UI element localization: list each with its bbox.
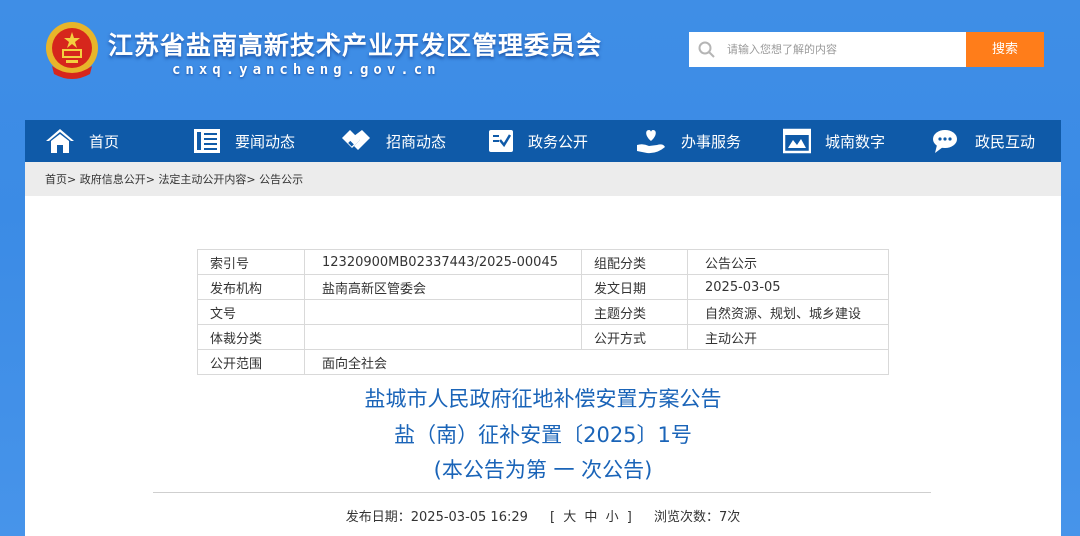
nav-item-label: 首页 bbox=[89, 132, 120, 151]
nav-item-label: 要闻动态 bbox=[235, 132, 296, 151]
search-button[interactable]: 搜索 bbox=[966, 32, 1044, 67]
meta-label: 体裁分类 bbox=[197, 324, 305, 350]
nav-item-label: 政务公开 bbox=[528, 132, 589, 151]
national-emblem-icon bbox=[46, 22, 98, 79]
service-heart-icon bbox=[637, 130, 665, 154]
meta-value: 12320900MB02337443/2025-00045 bbox=[304, 249, 582, 275]
meta-value: 主动公开 bbox=[687, 324, 889, 350]
meta-label: 索引号 bbox=[197, 249, 305, 275]
meta-label: 组配分类 bbox=[581, 249, 688, 275]
breadcrumb-link-gov-info[interactable]: 政府信息公开> bbox=[80, 162, 155, 198]
nav-item-investment[interactable]: 招商动态 bbox=[340, 120, 446, 162]
meta-value: 公告公示 bbox=[687, 249, 889, 275]
view-count: 浏览次数：7次 bbox=[653, 510, 741, 525]
breadcrumb-link-home[interactable]: 首页> bbox=[45, 162, 76, 198]
handshake-icon bbox=[342, 130, 370, 150]
breadcrumb-link-statutory[interactable]: 法定主动公开内容> bbox=[158, 162, 255, 198]
site-title: 江苏省盐南高新技术产业开发区管理委员会 bbox=[108, 31, 603, 60]
search-icon bbox=[698, 41, 715, 58]
nav-item-interaction[interactable]: 政民互动 bbox=[931, 120, 1035, 162]
meta-label: 主题分类 bbox=[581, 299, 688, 325]
meta-label: 发文日期 bbox=[581, 274, 688, 300]
content-area: 首页> 政府信息公开> 法定主动公开内容> 公告公示 索引号 12320900M… bbox=[25, 162, 1061, 536]
nav-item-label: 城南数字 bbox=[825, 132, 886, 151]
meta-value bbox=[304, 299, 582, 325]
publish-date: 发布日期：2025-03-05 16:29 bbox=[345, 510, 528, 525]
meta-value bbox=[304, 324, 582, 350]
nav-item-digital-city[interactable]: 城南数字 bbox=[783, 120, 885, 162]
nav-item-services[interactable]: 办事服务 bbox=[635, 120, 741, 162]
document-notice-count: (本公告为第 一 次公告) bbox=[433, 458, 653, 482]
nav-item-label: 政民互动 bbox=[975, 132, 1036, 151]
nav-item-home[interactable]: 首页 bbox=[45, 120, 119, 162]
site-domain: cnxq.yancheng.gov.cn bbox=[172, 62, 441, 78]
font-size-medium-button[interactable]: 中 bbox=[584, 506, 597, 525]
nav-item-gov-affairs[interactable]: 政务公开 bbox=[488, 120, 588, 162]
search-input[interactable] bbox=[727, 32, 957, 67]
meta-value: 面向全社会 bbox=[304, 349, 889, 375]
site-header: 江苏省盐南高新技术产业开发区管理委员会 cnxq.yancheng.gov.cn… bbox=[0, 0, 1080, 118]
font-size-small-button[interactable]: 小 bbox=[606, 506, 619, 525]
font-size-large-button[interactable]: 大 bbox=[563, 506, 576, 525]
divider bbox=[153, 492, 931, 493]
home-icon bbox=[46, 129, 74, 153]
digital-city-icon bbox=[783, 128, 811, 154]
nav-item-label: 招商动态 bbox=[386, 132, 447, 151]
font-size-bracket-open: [ bbox=[550, 510, 556, 525]
document-title: 盐城市人民政府征地补偿安置方案公告 bbox=[364, 387, 722, 411]
breadcrumb: 首页> 政府信息公开> 法定主动公开内容> 公告公示 bbox=[25, 162, 1061, 196]
nav-item-label: 办事服务 bbox=[681, 132, 742, 151]
chat-icon bbox=[933, 130, 957, 153]
main-nav: 首页 要闻动态 招商动态 政务公开 办事服务 城南数字 政民互动 bbox=[25, 120, 1061, 162]
document-number: 盐（南）征补安置〔2025〕1号 bbox=[394, 423, 692, 447]
document-check-icon bbox=[489, 130, 513, 152]
meta-value: 自然资源、规划、城乡建设 bbox=[687, 299, 889, 325]
news-icon bbox=[194, 129, 220, 153]
meta-label: 公开方式 bbox=[581, 324, 688, 350]
meta-value: 2025-03-05 bbox=[687, 274, 889, 300]
meta-label: 公开范围 bbox=[197, 349, 305, 375]
document-metadata-table: 索引号 12320900MB02337443/2025-00045 组配分类 公… bbox=[197, 249, 889, 375]
breadcrumb-link-notice[interactable]: 公告公示 bbox=[259, 162, 303, 198]
nav-item-news[interactable]: 要闻动态 bbox=[193, 120, 295, 162]
meta-label: 发布机构 bbox=[197, 274, 305, 300]
search-box: 搜索 bbox=[689, 32, 1044, 67]
publish-info: 发布日期：2025-03-05 16:29 [ 大 中 小 ] 浏览次数：7次 bbox=[25, 506, 1061, 525]
meta-value: 盐南高新区管委会 bbox=[304, 274, 582, 300]
meta-label: 文号 bbox=[197, 299, 305, 325]
font-size-bracket-close: ] bbox=[626, 510, 632, 525]
